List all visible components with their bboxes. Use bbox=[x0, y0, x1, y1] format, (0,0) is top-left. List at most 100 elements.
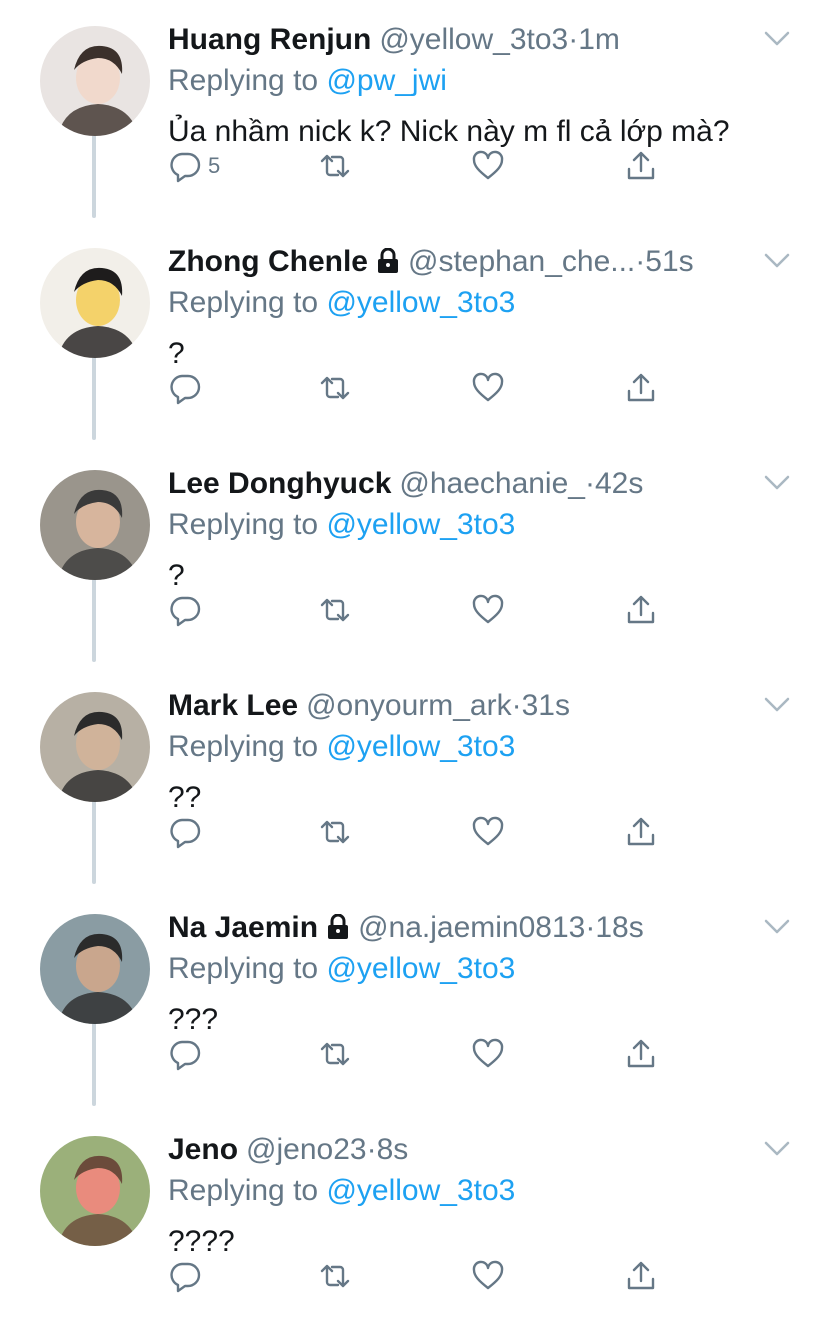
tweet[interactable]: Zhong Chenle @stephan_che...·51s Replying… bbox=[0, 222, 828, 444]
tweet[interactable]: Na Jaemin @na.jaemin0813·18s Replying to … bbox=[0, 888, 828, 1110]
reply-button[interactable] bbox=[168, 812, 208, 852]
share-button[interactable] bbox=[624, 368, 658, 408]
tweet-header: Jeno @jeno23·8s bbox=[168, 1132, 758, 1168]
timestamp[interactable]: 8s bbox=[377, 1133, 409, 1166]
retweet-icon bbox=[320, 820, 350, 844]
timestamp[interactable]: 42s bbox=[595, 467, 643, 500]
lock-icon bbox=[376, 247, 400, 283]
reply-button[interactable] bbox=[168, 590, 208, 630]
replying-to-label: Replying to bbox=[168, 1174, 319, 1207]
user-handle[interactable]: @onyourm_ark bbox=[306, 689, 512, 722]
display-name[interactable]: Na Jaemin bbox=[168, 911, 318, 944]
user-handle[interactable]: @na.jaemin0813 bbox=[358, 911, 585, 944]
avatar-image bbox=[40, 1136, 150, 1246]
retweet-button[interactable] bbox=[318, 812, 352, 852]
heart-icon bbox=[472, 372, 504, 402]
like-button[interactable] bbox=[471, 368, 505, 408]
tweet-header: Huang Renjun @yellow_3to3·1m bbox=[168, 22, 758, 58]
user-handle[interactable]: @haechanie_ bbox=[399, 467, 585, 500]
reply-button[interactable] bbox=[168, 368, 208, 408]
lock-icon bbox=[326, 913, 350, 949]
separator-dot: · bbox=[568, 23, 579, 56]
replying-to-handle[interactable]: @yellow_3to3 bbox=[326, 1174, 515, 1207]
replying-to-handle[interactable]: @yellow_3to3 bbox=[326, 286, 515, 319]
reply-button[interactable] bbox=[168, 1034, 208, 1074]
display-name[interactable]: Lee Donghyuck bbox=[168, 467, 391, 500]
retweet-button[interactable] bbox=[318, 590, 352, 630]
share-icon bbox=[627, 595, 655, 624]
display-name[interactable]: Huang Renjun bbox=[168, 23, 371, 56]
reply-icon bbox=[170, 1040, 201, 1071]
replying-to-handle[interactable]: @pw_jwi bbox=[326, 64, 446, 97]
replying-to-handle[interactable]: @yellow_3to3 bbox=[326, 730, 515, 763]
like-button[interactable] bbox=[471, 812, 505, 852]
tweet-header: Lee Donghyuck @haechanie_·42s bbox=[168, 466, 758, 502]
retweet-button[interactable] bbox=[318, 368, 352, 408]
share-icon bbox=[627, 817, 655, 846]
replying-to-handle[interactable]: @yellow_3to3 bbox=[326, 508, 515, 541]
retweet-icon bbox=[320, 598, 350, 622]
replying-to: Replying to @yellow_3to3 bbox=[168, 728, 515, 766]
tweet[interactable]: Jeno @jeno23·8s Replying to @yellow_3to3 … bbox=[0, 1110, 828, 1332]
reply-icon bbox=[170, 596, 201, 627]
retweet-icon bbox=[320, 154, 350, 178]
reply-button[interactable]: 5 bbox=[168, 146, 220, 186]
display-name[interactable]: Mark Lee bbox=[168, 689, 298, 722]
share-button[interactable] bbox=[624, 1256, 658, 1296]
separator-dot: · bbox=[366, 1133, 377, 1166]
retweet-icon bbox=[320, 376, 350, 400]
chevron-down-icon[interactable] bbox=[764, 918, 790, 936]
tweet-header: Na Jaemin @na.jaemin0813·18s bbox=[168, 910, 758, 949]
replying-to-label: Replying to bbox=[168, 952, 319, 985]
chevron-down-icon[interactable] bbox=[764, 30, 790, 48]
avatar[interactable] bbox=[40, 470, 150, 580]
user-handle[interactable]: @jeno23 bbox=[246, 1133, 367, 1166]
avatar[interactable] bbox=[40, 248, 150, 358]
user-handle[interactable]: @yellow_3to3 bbox=[379, 23, 568, 56]
share-button[interactable] bbox=[624, 146, 658, 186]
tweet[interactable]: Huang Renjun @yellow_3to3·1m Replying to … bbox=[0, 0, 828, 222]
chevron-down-icon[interactable] bbox=[764, 696, 790, 714]
reply-icon bbox=[170, 152, 201, 183]
heart-icon bbox=[472, 1038, 504, 1068]
share-button[interactable] bbox=[624, 812, 658, 852]
reply-button[interactable] bbox=[168, 1256, 208, 1296]
like-button[interactable] bbox=[471, 146, 505, 186]
replying-to-label: Replying to bbox=[168, 508, 319, 541]
like-button[interactable] bbox=[471, 1256, 505, 1296]
avatar[interactable] bbox=[40, 914, 150, 1024]
chevron-down-icon[interactable] bbox=[764, 474, 790, 492]
avatar[interactable] bbox=[40, 692, 150, 802]
retweet-icon bbox=[320, 1042, 350, 1066]
like-button[interactable] bbox=[471, 590, 505, 630]
avatar-image bbox=[40, 248, 150, 358]
timestamp[interactable]: 51s bbox=[645, 245, 693, 278]
retweet-button[interactable] bbox=[318, 1256, 352, 1296]
avatar[interactable] bbox=[40, 1136, 150, 1246]
retweet-button[interactable] bbox=[318, 1034, 352, 1074]
timestamp[interactable]: 31s bbox=[522, 689, 570, 722]
heart-icon bbox=[472, 1260, 504, 1290]
timestamp[interactable]: 1m bbox=[578, 23, 620, 56]
replying-to-handle[interactable]: @yellow_3to3 bbox=[326, 952, 515, 985]
tweet-header: Mark Lee @onyourm_ark·31s bbox=[168, 688, 758, 724]
display-name[interactable]: Jeno bbox=[168, 1133, 238, 1166]
share-button[interactable] bbox=[624, 590, 658, 630]
tweet-actions bbox=[168, 1034, 668, 1074]
timestamp[interactable]: 18s bbox=[595, 911, 643, 944]
tweet-actions bbox=[168, 368, 668, 408]
tweet[interactable]: Lee Donghyuck @haechanie_·42s Replying to… bbox=[0, 444, 828, 666]
display-name[interactable]: Zhong Chenle bbox=[168, 245, 368, 278]
share-icon bbox=[627, 1039, 655, 1068]
chevron-down-icon[interactable] bbox=[764, 1140, 790, 1158]
tweet[interactable]: Mark Lee @onyourm_ark·31s Replying to @ye… bbox=[0, 666, 828, 888]
retweet-button[interactable] bbox=[318, 146, 352, 186]
tweet-actions bbox=[168, 590, 668, 630]
share-button[interactable] bbox=[624, 1034, 658, 1074]
user-handle[interactable]: @stephan_che... bbox=[408, 245, 635, 278]
like-button[interactable] bbox=[471, 1034, 505, 1074]
chevron-down-icon[interactable] bbox=[764, 252, 790, 270]
avatar[interactable] bbox=[40, 26, 150, 136]
reply-count: 5 bbox=[208, 153, 221, 178]
separator-dot: · bbox=[585, 911, 596, 944]
